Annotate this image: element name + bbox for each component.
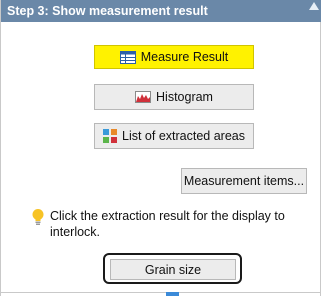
measurement-result-panel: Step 3: Show measurement result Measure …	[0, 0, 321, 296]
extracted-areas-icon	[103, 129, 117, 143]
measure-result-label: Measure Result	[140, 50, 229, 64]
panel-bottom-border	[1, 292, 321, 293]
lightbulb-icon	[31, 208, 45, 231]
interlock-tip-text: Click the extraction result for the disp…	[50, 209, 285, 239]
measurement-items-label: Measurement items...	[183, 174, 305, 188]
measurement-items-button[interactable]: Measurement items...	[181, 168, 307, 194]
panel-title-bar: Step 3: Show measurement result	[1, 0, 321, 22]
panel-title: Step 3: Show measurement result	[7, 4, 208, 18]
resize-grip[interactable]	[166, 292, 179, 296]
collapse-triangle-icon[interactable]	[309, 2, 319, 10]
list-of-extracted-areas-button[interactable]: List of extracted areas	[94, 123, 254, 149]
measure-result-button[interactable]: Measure Result	[94, 45, 254, 69]
histogram-icon	[135, 91, 152, 103]
table-icon	[119, 50, 136, 64]
histogram-button[interactable]: Histogram	[94, 84, 254, 110]
grain-size-label: Grain size	[144, 262, 202, 277]
grain-size-button[interactable]: Grain size	[110, 259, 236, 280]
list-of-extracted-areas-label: List of extracted areas	[122, 129, 245, 143]
histogram-label: Histogram	[156, 90, 213, 104]
